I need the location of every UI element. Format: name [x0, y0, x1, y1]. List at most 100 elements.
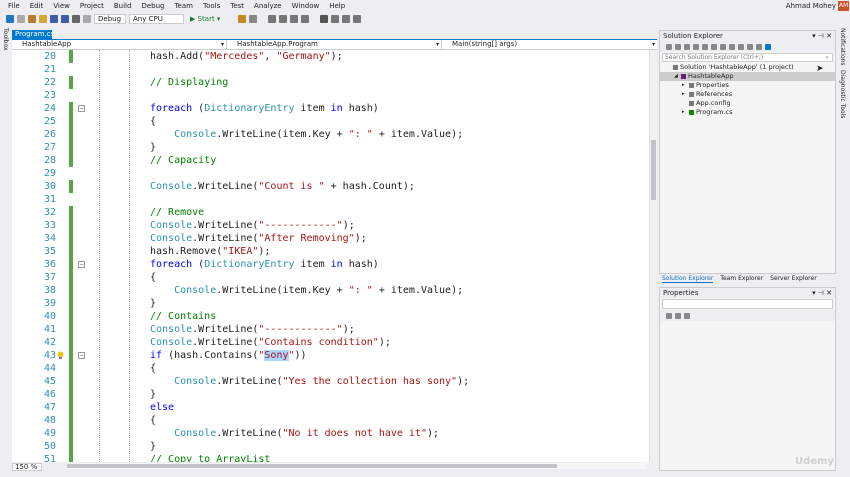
code-line[interactable]: 51 // Copy to ArrayList	[12, 453, 649, 462]
collapse-icon[interactable]: −	[78, 261, 85, 268]
open-icon[interactable]	[39, 14, 47, 23]
expand-icon[interactable]: ▸	[682, 81, 685, 90]
notifications-tab[interactable]: Notifications	[839, 28, 846, 66]
project-dropdown[interactable]: HashtableApp	[12, 40, 227, 49]
new-project-icon[interactable]	[28, 14, 36, 23]
collapse-icon[interactable]: −	[78, 105, 85, 112]
user-name[interactable]: Ahmad Mohey	[786, 0, 836, 12]
code-line[interactable]: 47 else	[12, 401, 649, 414]
code-line[interactable]: 46}	[12, 388, 649, 401]
platform-select[interactable]: Any CPU	[129, 13, 184, 24]
menu-item-window[interactable]: Window	[287, 0, 325, 12]
collapse-all-icon[interactable]	[729, 43, 735, 50]
panel-controls[interactable]: ▾ ⊣ ✕	[812, 288, 832, 298]
start-button[interactable]: ▶ Start ▾	[187, 15, 223, 23]
uncomment-icon[interactable]	[301, 14, 310, 23]
code-line[interactable]: 44 {	[12, 362, 649, 375]
pending-changes-icon[interactable]	[702, 43, 708, 50]
home-icon[interactable]	[684, 43, 690, 50]
tab-server-explorer[interactable]: Server Explorer	[770, 274, 817, 283]
editor-horizontal-scrollbar[interactable]	[67, 463, 647, 469]
code-line[interactable]: 41 Console.WriteLine("------------");	[12, 323, 649, 336]
code-line[interactable]: 30 Console.WriteLine("Count is " + hash.C…	[12, 180, 649, 193]
tree-item[interactable]: App.config	[660, 99, 835, 108]
code-line[interactable]: 31	[12, 193, 649, 206]
properties-icon[interactable]	[756, 43, 762, 50]
save-icon[interactable]	[50, 14, 58, 23]
zoom-select[interactable]: 150 %	[12, 462, 42, 471]
menu-item-project[interactable]: Project	[75, 0, 109, 12]
clear-bookmark-icon[interactable]	[353, 14, 362, 23]
code-line[interactable]: 50}	[12, 440, 649, 453]
code-line[interactable]: 29	[12, 167, 649, 180]
code-line[interactable]: 21	[12, 63, 649, 76]
menu-item-view[interactable]: View	[48, 0, 75, 12]
solution-search-input[interactable]: Search Solution Explorer (Ctrl+;) ⌕	[662, 53, 833, 62]
alphabetical-icon[interactable]	[675, 312, 681, 319]
property-pages-icon[interactable]	[684, 312, 690, 319]
find-icon[interactable]	[249, 14, 258, 23]
code-line[interactable]: 20 hash.Add("Mercedes", "Germany");	[12, 50, 649, 63]
menu-item-debug[interactable]: Debug	[136, 0, 169, 12]
user-account[interactable]: Ahmad Mohey	[786, 0, 836, 12]
lightbulb-icon[interactable]	[57, 351, 64, 360]
code-line[interactable]: 37 {	[12, 271, 649, 284]
menu-item-tools[interactable]: Tools	[198, 0, 225, 12]
code-line[interactable]: 33 Console.WriteLine("------------");	[12, 219, 649, 232]
preview-icon[interactable]	[765, 43, 771, 50]
code-line[interactable]: 27}	[12, 141, 649, 154]
menu-item-test[interactable]: Test	[225, 0, 249, 12]
tree-item[interactable]: Solution 'HashtableApp' (1 project)	[660, 63, 835, 72]
code-line[interactable]: 36 − foreach (DictionaryEntry item in hash…	[12, 258, 649, 271]
panel-controls[interactable]: ▾ ⊣ ✕	[812, 31, 832, 41]
menu-item-file[interactable]: File	[3, 0, 25, 12]
tab-team-explorer[interactable]: Team Explorer	[720, 274, 763, 283]
menu-item-help[interactable]: Help	[324, 0, 350, 12]
code-line[interactable]: 32 // Remove	[12, 206, 649, 219]
comment-icon[interactable]	[290, 14, 299, 23]
class-dropdown[interactable]: HashtableApp.Program	[227, 40, 442, 49]
save-all-icon[interactable]	[61, 14, 69, 23]
code-line[interactable]: 35 hash.Remove("IKEA");	[12, 245, 649, 258]
tab-program-cs[interactable]: Program.cs ✕	[12, 30, 60, 39]
menu-item-build[interactable]: Build	[109, 0, 137, 12]
properties-object-select[interactable]	[662, 299, 833, 309]
redo-icon[interactable]	[83, 14, 91, 23]
align-icon[interactable]	[268, 14, 277, 23]
refresh-icon[interactable]	[720, 43, 726, 50]
code-line[interactable]: 48 {	[12, 414, 649, 427]
code-line[interactable]: 34 Console.WriteLine("After Removing");	[12, 232, 649, 245]
collapse-icon[interactable]: −	[78, 352, 85, 359]
forward-icon[interactable]	[675, 43, 681, 50]
forward-icon[interactable]	[17, 14, 25, 23]
code-line[interactable]: 49 Console.WriteLine("No it does not hav…	[12, 427, 649, 440]
code-line[interactable]: 42 Console.WriteLine("Contains condition"…	[12, 336, 649, 349]
code-line[interactable]: 22 // Displaying	[12, 76, 649, 89]
tree-item[interactable]: ▸ Properties	[660, 81, 835, 90]
scroll-thumb[interactable]	[651, 140, 656, 200]
code-icon[interactable]	[747, 43, 753, 50]
format-icon[interactable]	[279, 14, 288, 23]
search-icon[interactable]: ⌕	[826, 54, 829, 61]
switch-views-icon[interactable]	[693, 43, 699, 50]
code-line[interactable]: 24 − foreach (DictionaryEntry item in hash…	[12, 102, 649, 115]
hscroll-thumb[interactable]	[67, 464, 557, 468]
configuration-select[interactable]: Debug	[94, 13, 126, 24]
undo-icon[interactable]	[72, 14, 80, 23]
next-bookmark-icon[interactable]	[342, 14, 351, 23]
categorized-icon[interactable]	[666, 312, 672, 319]
code-line[interactable]: 40 // Contains	[12, 310, 649, 323]
code-line[interactable]: 39}	[12, 297, 649, 310]
close-icon[interactable]: ✕	[54, 30, 60, 39]
tree-item[interactable]: ▸ Program.cs	[660, 108, 835, 117]
bookmark-icon[interactable]	[320, 14, 329, 23]
expand-icon[interactable]: ▸	[682, 108, 685, 117]
prev-bookmark-icon[interactable]	[331, 14, 340, 23]
expand-icon[interactable]: ◢	[674, 72, 678, 81]
code-line[interactable]: 28 // Capacity	[12, 154, 649, 167]
code-line[interactable]: 45 Console.WriteLine("Yes the collection…	[12, 375, 649, 388]
sync-icon[interactable]	[711, 43, 717, 50]
code-editor[interactable]: 20 hash.Add("Mercedes", "Germany"); 21 22 //…	[12, 50, 649, 462]
code-line[interactable]: 43 − if (hash.Contains("Sony"))	[12, 349, 649, 362]
expand-icon[interactable]: ▸	[682, 90, 685, 99]
